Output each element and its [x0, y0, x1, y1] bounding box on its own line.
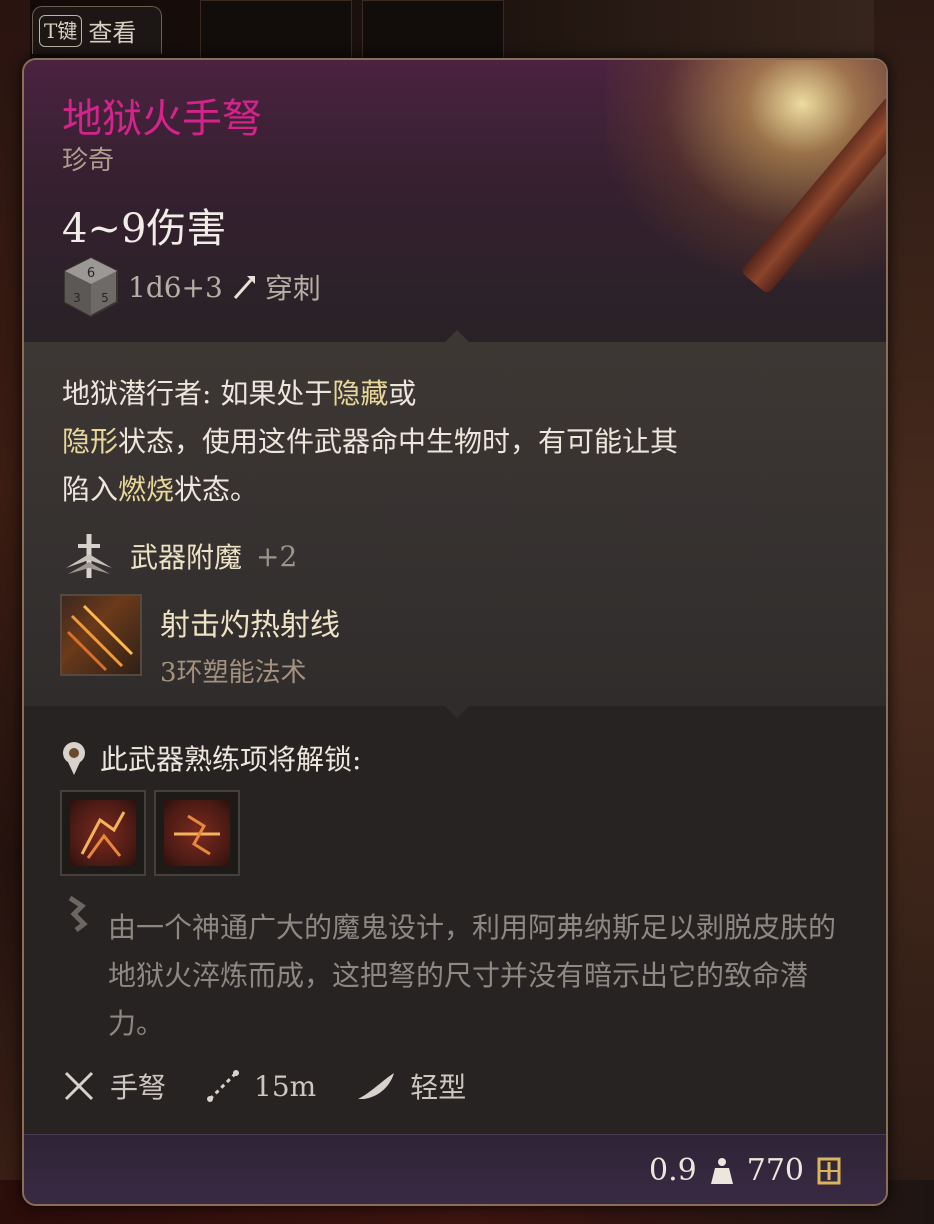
item-name: 地狱火手弩: [62, 96, 262, 142]
spell-row[interactable]: 射击灼热射线 3环塑能法术: [60, 594, 340, 689]
feather-icon: [358, 1073, 395, 1099]
proficiency-action-icon-1[interactable]: [60, 790, 146, 876]
tooltip-footer: 0.9 770: [24, 1134, 886, 1204]
damage-dice-row: 6 3 5 1d6+3 穿刺: [62, 256, 321, 318]
passive-text: 如果处于: [211, 377, 333, 410]
item-tooltip: 地狱火手弩 珍奇 4~9伤害 6 3 5 1d6+3 穿刺 地狱潜行者: 如果处…: [22, 58, 888, 1206]
spell-level: 3环塑能法术: [160, 658, 307, 688]
examine-label: 查看: [88, 19, 137, 47]
passive-text: 状态。: [174, 473, 259, 506]
scorching-ray-icon[interactable]: [60, 594, 142, 676]
proficiency-action-icon-2[interactable]: [154, 790, 240, 876]
item-rarity: 珍奇: [62, 146, 115, 176]
proficiency-icon: [63, 742, 85, 775]
passive-text: 陷入: [62, 473, 119, 506]
details-section: 此武器熟练项将解锁: 由一个神通广大的魔鬼设计，利用阿弗纳斯足以剥脱皮肤的地狱火…: [24, 706, 886, 1134]
proficiency-actions: [60, 790, 240, 876]
passive-description: 地狱潜行者: 如果处于隐藏或 隐形状态，使用这件武器命中生物时，有可能让其 陷入…: [62, 370, 822, 514]
lore-text: 由一个神通广大的魔鬼设计，利用阿弗纳斯足以剥脱皮肤的地狱火淬炼而成，这把弩的尺寸…: [108, 911, 837, 1040]
dice-icon: 6 3 5: [64, 256, 118, 318]
damage-type: 穿刺: [264, 272, 321, 305]
pierce-icon: [233, 276, 255, 299]
passive-name: 地狱潜行者:: [62, 377, 212, 410]
proficiency-label: 此武器熟练项将解锁:: [100, 743, 362, 776]
weapon-range: 15m: [254, 1069, 317, 1103]
inventory-slot[interactable]: [362, 0, 504, 62]
proficiency-row: 此武器熟练项将解锁:: [60, 738, 361, 778]
divider-notch: [445, 706, 469, 718]
keyword-invisible[interactable]: 隐形: [62, 425, 118, 458]
range-icon: [207, 1070, 240, 1102]
passive-text: 或: [388, 377, 417, 410]
enchantment-row: 武器附魔 +2: [62, 530, 297, 582]
item-value: 770: [746, 1153, 804, 1188]
enchant-value: +2: [256, 539, 298, 573]
enchant-icon: [66, 534, 112, 578]
footer-stats: 0.9 770: [649, 1153, 842, 1188]
keyword-hidden[interactable]: 隐藏: [332, 377, 388, 410]
gold-icon: [817, 1157, 841, 1184]
svg-text:5: 5: [101, 291, 109, 305]
crossed-swords-icon: [64, 1071, 94, 1101]
weapon-weight-class: 轻型: [410, 1071, 467, 1104]
enchant-label: 武器附魔: [130, 541, 243, 574]
keyword-burning[interactable]: 燃烧: [118, 473, 174, 506]
weapon-type: 手弩: [110, 1071, 167, 1104]
keycap-t: T键: [39, 14, 83, 47]
inventory-slot[interactable]: [200, 0, 352, 62]
tooltip-header: 地狱火手弩 珍奇 4~9伤害 6 3 5 1d6+3 穿刺: [24, 60, 886, 342]
svg-text:6: 6: [87, 266, 95, 281]
passive-section: 地狱潜行者: 如果处于隐藏或 隐形状态，使用这件武器命中生物时，有可能让其 陷入…: [24, 330, 886, 706]
weapon-properties: 手弩 15m 轻型: [62, 1066, 466, 1106]
passive-text: 状态，使用这件武器命中生物时，有可能让其: [118, 425, 679, 458]
svg-text:3: 3: [73, 291, 81, 305]
item-damage: 4~9伤害: [62, 206, 227, 252]
damage-dice: 1d6+3: [128, 270, 223, 304]
examine-key-hint[interactable]: T键 查看: [32, 6, 162, 54]
lore-icon: [68, 895, 88, 932]
weight-icon: [710, 1157, 733, 1184]
spell-name: 射击灼热射线: [160, 608, 340, 643]
divider-notch: [445, 330, 469, 342]
item-weight: 0.9: [649, 1153, 697, 1188]
